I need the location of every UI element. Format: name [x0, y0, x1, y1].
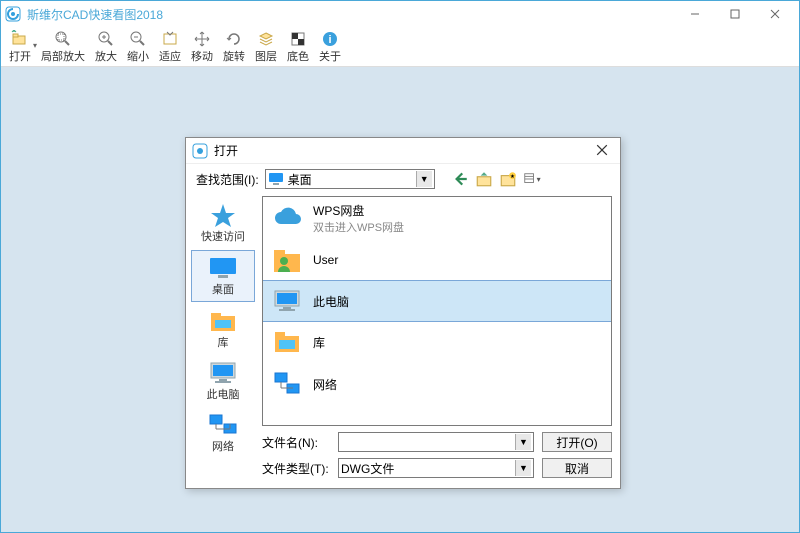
file-item-this-pc[interactable]: 此电脑 [262, 280, 612, 322]
filetype-combo[interactable]: DWG文件 ▼ [338, 458, 534, 478]
toolbar-layers[interactable]: 图层 [251, 29, 281, 65]
dialog-nav-icons: ★ ▾ [451, 170, 541, 188]
up-button[interactable] [475, 170, 493, 188]
place-network[interactable]: 网络 [191, 408, 255, 458]
file-item-wps[interactable]: WPS网盘 双击进入WPS网盘 [263, 197, 611, 239]
user-folder-icon [271, 244, 303, 276]
fit-icon [161, 30, 179, 48]
toolbar-pan[interactable]: 移动 [187, 29, 217, 65]
toolbar-rotate[interactable]: 旋转 [219, 29, 249, 65]
open-dialog: 打开 查找范围(I): 桌面 ▼ ★ ▾ [185, 137, 621, 489]
desktop-icon [268, 172, 284, 186]
toolbar-bgcolor[interactable]: 底色 [283, 29, 313, 65]
toolbar-open[interactable]: 打开 ▾ [5, 29, 35, 65]
open-button[interactable]: 打开(O) [542, 432, 612, 452]
file-list[interactable]: WPS网盘 双击进入WPS网盘 User 此电脑 [262, 196, 612, 426]
close-button[interactable] [755, 1, 795, 27]
toolbar-zoom-out[interactable]: 缩小 [123, 29, 153, 65]
open-icon [11, 30, 29, 48]
toolbar-zoom-in[interactable]: 放大 [91, 29, 121, 65]
dialog-close-button[interactable] [590, 143, 614, 159]
svg-text:i: i [328, 34, 331, 46]
chevron-down-icon: ▼ [515, 460, 531, 476]
zoom-out-icon [129, 30, 147, 48]
file-item-libraries[interactable]: 库 [263, 321, 611, 363]
chevron-down-icon: ▼ [515, 434, 531, 450]
filename-combo[interactable]: ▼ [338, 432, 534, 452]
place-desktop[interactable]: 桌面 [191, 250, 255, 302]
window-controls [675, 1, 795, 27]
place-quick-access[interactable]: 快速访问 [191, 198, 255, 248]
titlebar: 斯维尔CAD快速看图2018 [1, 1, 799, 27]
dialog-icon [192, 143, 208, 159]
pc-icon [271, 285, 303, 317]
libraries-icon [207, 308, 239, 334]
pan-icon [193, 30, 211, 48]
filename-label: 文件名(N): [262, 434, 330, 451]
view-menu-button[interactable]: ▾ [523, 170, 541, 188]
about-icon: i [321, 30, 339, 48]
file-item-network[interactable]: 网络 [263, 363, 611, 405]
dialog-body: 快速访问 桌面 库 此电脑 [186, 194, 620, 488]
svg-text:★: ★ [510, 173, 515, 180]
file-item-user[interactable]: User [263, 239, 611, 281]
this-pc-icon [207, 360, 239, 386]
zoom-in-icon [97, 30, 115, 48]
client-area: 打开 查找范围(I): 桌面 ▼ ★ ▾ [1, 67, 799, 532]
quick-access-icon [207, 202, 239, 228]
bgcolor-icon [289, 30, 307, 48]
desktop-icon [207, 255, 239, 281]
cloud-icon [271, 202, 303, 234]
file-pane: WPS网盘 双击进入WPS网盘 User 此电脑 [260, 194, 620, 488]
minimize-button[interactable] [675, 1, 715, 27]
libraries-folder-icon [271, 326, 303, 358]
layers-icon [257, 30, 275, 48]
lookin-label: 查找范围(I): [196, 171, 259, 188]
chevron-down-icon: ▼ [416, 171, 432, 187]
back-button[interactable] [451, 170, 469, 188]
filetype-label: 文件类型(T): [262, 460, 330, 477]
dialog-title: 打开 [214, 142, 590, 159]
lookin-combo[interactable]: 桌面 ▼ [265, 169, 435, 189]
app-icon [5, 6, 21, 22]
dialog-bottom: 文件名(N): ▼ 打开(O) 文件类型(T): DWG文件 ▼ [262, 426, 612, 484]
new-folder-button[interactable]: ★ [499, 170, 517, 188]
lookin-row: 查找范围(I): 桌面 ▼ ★ ▾ [186, 164, 620, 194]
dialog-titlebar: 打开 [186, 138, 620, 164]
rotate-icon [225, 30, 243, 48]
zoom-region-icon [54, 30, 72, 48]
network-folder-icon [271, 368, 303, 400]
cancel-button[interactable]: 取消 [542, 458, 612, 478]
place-libraries[interactable]: 库 [191, 304, 255, 354]
maximize-button[interactable] [715, 1, 755, 27]
places-bar: 快速访问 桌面 库 此电脑 [186, 194, 260, 488]
toolbar-about[interactable]: i 关于 [315, 29, 345, 65]
dropdown-arrow-icon: ▾ [33, 41, 37, 50]
window-title: 斯维尔CAD快速看图2018 [27, 6, 675, 23]
toolbar: 打开 ▾ 局部放大 放大 缩小 适应 移动 旋转 图层 [1, 27, 799, 67]
main-window: 斯维尔CAD快速看图2018 打开 ▾ 局部放大 放大 缩小 适应 [0, 0, 800, 533]
network-icon [207, 412, 239, 438]
toolbar-fit[interactable]: 适应 [155, 29, 185, 65]
toolbar-zoom-region[interactable]: 局部放大 [37, 29, 89, 65]
place-this-pc[interactable]: 此电脑 [191, 356, 255, 406]
